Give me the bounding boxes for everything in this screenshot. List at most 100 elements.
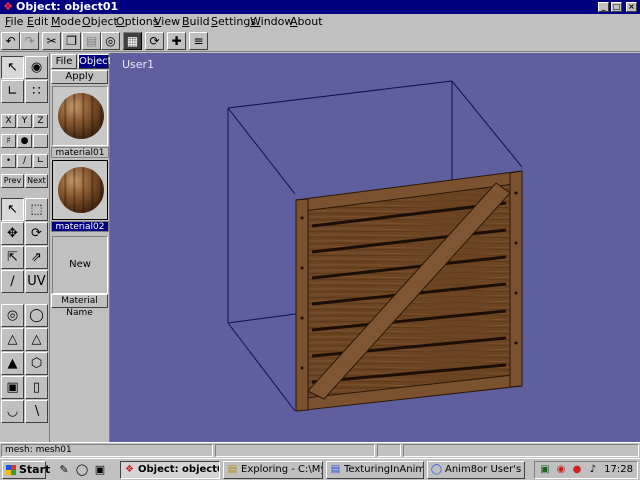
pyramid-primitive-icon[interactable]: ▲ [1,352,24,375]
windows-logo-icon [6,465,16,475]
app-icon[interactable]: ❖ [2,1,14,13]
material-preview-sphere [58,167,104,213]
status-bar: mesh: mesh01 [0,442,640,457]
browser-quicklaunch-icon[interactable]: ◯ [74,462,90,478]
menu-options[interactable]: Options [116,15,158,29]
cylinder-primitive-icon[interactable]: ▯ [25,376,48,399]
points-icon[interactable]: ∷ [25,80,48,103]
antivirus-icon[interactable]: ● [570,464,584,476]
document-icon: ▤ [330,464,341,475]
scale-icon[interactable]: ⇱ [1,246,24,269]
task-label: TexturingInAnim8o... [344,464,424,475]
system-tray: ▣ ◉ ● ♪ 17:28 [534,461,638,479]
axis-x-button[interactable]: X [1,114,16,128]
task-user-manual[interactable]: ◯ Anim8or User's Ma... [427,461,525,479]
view-toggle-icon[interactable]: ◎ [101,32,120,50]
material-swatch[interactable] [52,86,108,146]
nonuniform-scale-icon[interactable]: ⇗ [25,246,48,269]
volume-icon[interactable]: ♪ [586,464,600,476]
taskbar: Start ✎ ◯ ▣ ❖ Object: object01 ▤ Explori… [0,458,640,480]
material-label-selected[interactable]: material02 [51,221,109,232]
cone-primitive-icon[interactable]: △ [1,328,24,351]
start-button[interactable]: Start [2,461,50,479]
paste-icon[interactable]: ▤ [82,32,101,50]
drag-select-icon[interactable]: ⬚ [25,198,48,221]
tab-object[interactable]: Object [78,54,112,69]
new-material-button[interactable]: New [52,236,108,294]
maximize-button[interactable]: □ [611,2,622,12]
clock: 17:28 [604,464,633,475]
minimize-button[interactable]: _ [598,2,609,12]
hierarchy-icon[interactable]: ♯ [1,134,16,148]
menu-edit[interactable]: Edit [27,15,48,29]
redo-icon[interactable]: ↷ [20,32,39,50]
eye-icon[interactable]: ◉ [25,56,48,79]
axis-icon[interactable]: ∟ [1,80,24,103]
menu-build[interactable]: Build [182,15,210,29]
browser-icon: ◯ [430,464,443,475]
corner-icon[interactable]: ∟ [33,154,48,168]
viewport[interactable]: User1 [110,53,640,442]
close-button[interactable]: × [626,2,637,12]
task-label: Exploring - C:\My ... [241,464,322,475]
menu-mode[interactable]: Mode [51,15,81,29]
folder-icon: ▤ [227,464,238,475]
red-tray-icon[interactable]: ◉ [554,464,568,476]
dot-icon[interactable]: • [1,154,16,168]
rotate-icon[interactable]: ⟳ [25,222,48,245]
axis-y-button[interactable]: Y [17,114,32,128]
sphere-primitive-icon[interactable]: ◎ [1,304,24,327]
menu-view[interactable]: View [154,15,180,29]
start-label: Start [19,463,51,476]
menu-file[interactable]: File [5,15,23,29]
task-explorer[interactable]: ▤ Exploring - C:\My ... [223,461,323,479]
task-texturing-doc[interactable]: ▤ TexturingInAnim8o... [326,461,424,479]
menu-object[interactable]: Object [82,15,118,29]
box-primitive-icon[interactable]: ▣ [1,376,24,399]
menu-bar: File Edit Mode Object Options View Build… [0,14,640,30]
anim8or-icon: ❖ [125,464,134,475]
cut-icon[interactable]: ✂ [42,32,61,50]
prev-button[interactable]: Prev [1,174,24,188]
knife-icon[interactable]: ∖ [25,400,48,423]
material-swatch-selected[interactable] [52,160,108,220]
torus-primitive-icon[interactable]: ◯ [25,304,48,327]
task-label: Object: object01 [138,464,219,475]
toolbar: ↶ ↷ ✂ ❐ ▤ ◎ ▦ ⟳ ✚ ≡ [0,30,640,52]
task-label: Anim8or User's Ma... [445,464,524,475]
channels-quicklaunch-icon[interactable]: ▣ [92,462,108,478]
arrow-select-icon[interactable]: ↖ [1,56,24,79]
tool-palette: ↖ ◉ ∟ ∷ X Y Z ♯ ● • ∕ ∟ Prev Next ↖ ⬚ ✥ … [0,53,50,443]
desktop-quicklaunch-icon[interactable]: ✎ [56,462,72,478]
select-pointer-icon[interactable]: ↖ [1,198,24,221]
material-label[interactable]: material01 [51,147,109,158]
viewport-label: User1 [122,58,155,71]
list-icon[interactable]: ≡ [189,32,208,50]
move-icon[interactable]: ✥ [1,222,24,245]
undo-icon[interactable]: ↶ [1,32,20,50]
apply-button[interactable]: Apply [51,70,108,84]
uv-button[interactable]: UV [25,270,48,293]
status-cell-4 [403,444,639,457]
copy-icon[interactable]: ❐ [62,32,81,50]
snap-icon[interactable]: ✚ [167,32,186,50]
lock-icon[interactable]: ● [17,134,32,148]
cube-primitive-icon[interactable]: ⬡ [25,352,48,375]
title-bar: ❖ Object: object01 _ □ × [0,0,640,14]
axis-z-button[interactable]: Z [33,114,48,128]
network-icon[interactable]: ▣ [538,464,552,476]
point-edit-icon[interactable]: ∕ [1,270,24,293]
status-cell-3 [377,444,401,457]
mesh-primitive-icon[interactable]: △ [25,328,48,351]
tab-file[interactable]: File [51,54,77,69]
blank-tool[interactable] [33,134,48,148]
task-object[interactable]: ❖ Object: object01 [120,461,220,479]
arcball-icon[interactable]: ⟳ [145,32,164,50]
material-name-button[interactable]: Material Name [51,294,108,318]
grid-icon[interactable]: ▦ [123,32,142,50]
diagonal-icon[interactable]: ∕ [17,154,32,168]
lathe-icon[interactable]: ◡ [1,400,24,423]
menu-about[interactable]: About [290,15,323,29]
menu-window[interactable]: Window [250,15,293,29]
next-button[interactable]: Next [25,174,48,188]
